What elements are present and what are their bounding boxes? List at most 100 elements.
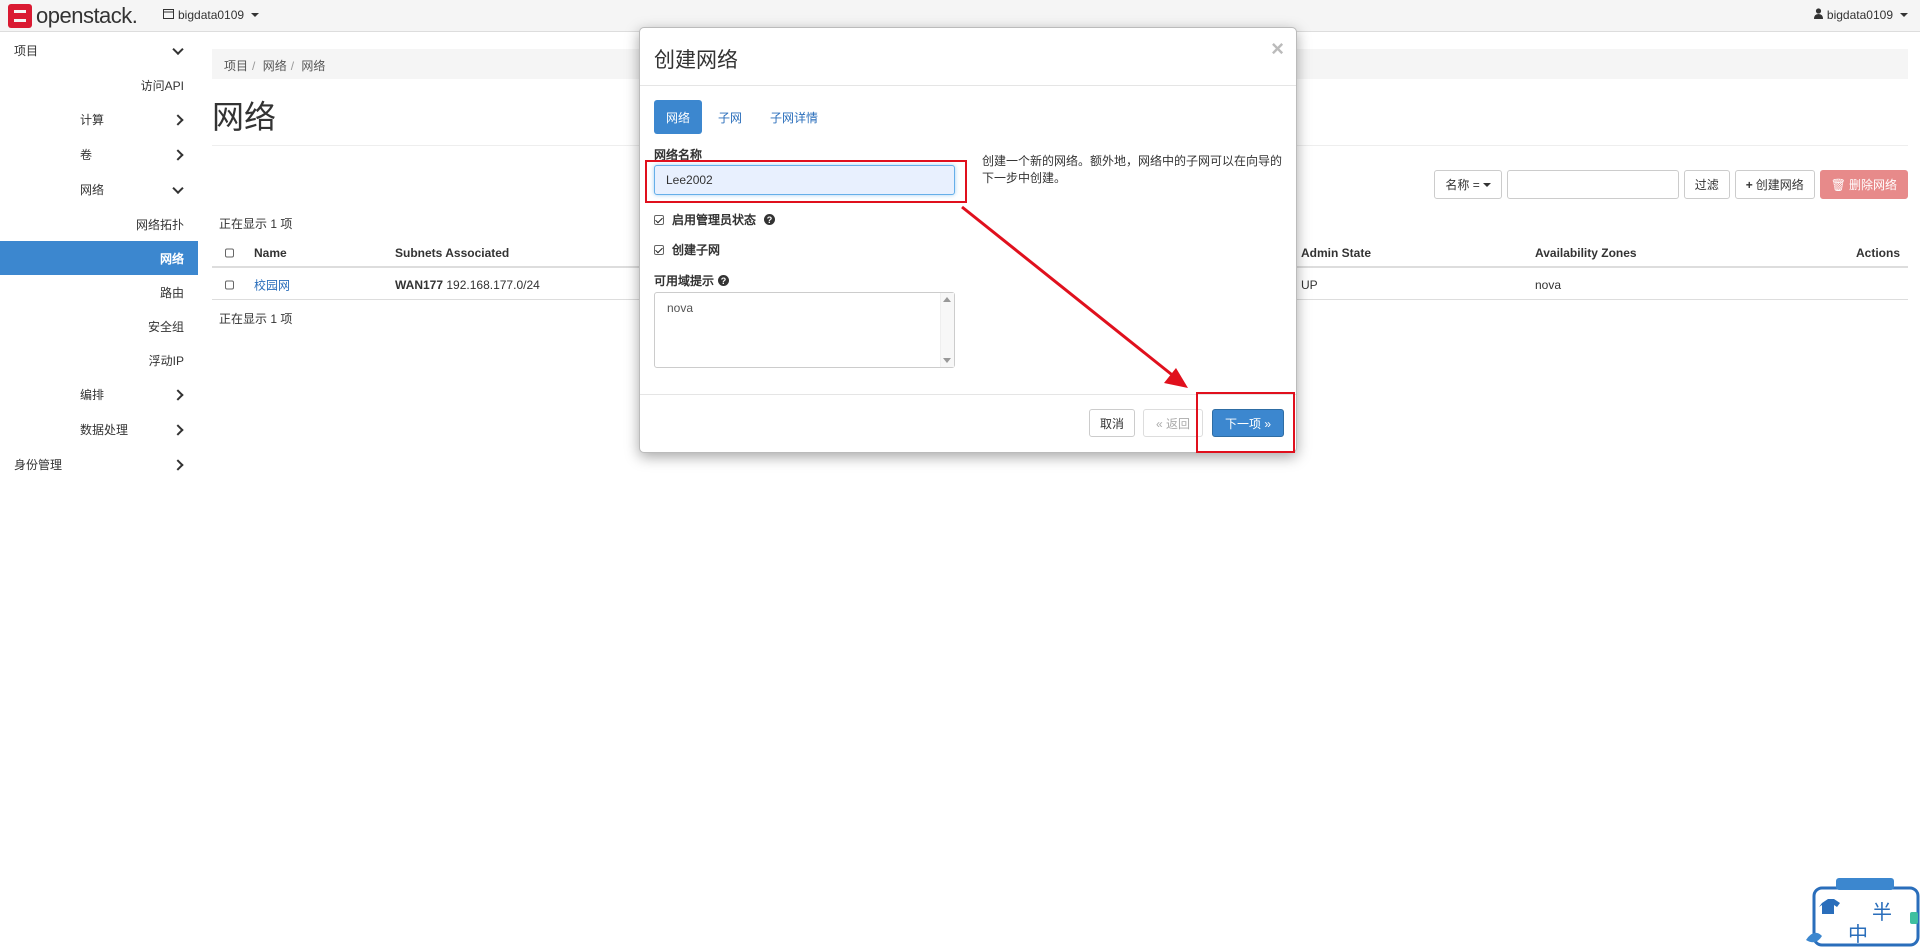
breadcrumb-item[interactable]: 项目 <box>224 59 248 73</box>
sidebar-item-compute[interactable]: 计算 <box>0 102 198 137</box>
scroll-up-icon[interactable] <box>943 297 951 302</box>
sidebar-item-label: 网络拓扑 <box>135 217 184 232</box>
sidebar-item-orchestration[interactable]: 编排 <box>0 377 198 412</box>
select-all-checkbox[interactable] <box>225 248 234 258</box>
sidebar-item-data-processing[interactable]: 数据处理 <box>0 412 198 447</box>
sidebar-item-label: 访问API <box>140 78 184 93</box>
column-header-name[interactable]: Name <box>254 246 287 260</box>
back-button[interactable]: « 返回 <box>1143 409 1203 437</box>
chevron-right-icon <box>172 388 184 401</box>
admin-state-label: 启用管理员状态 <box>672 213 757 227</box>
create-subnet-checkbox[interactable] <box>654 244 664 255</box>
user-name: bigdata0109 <box>1826 8 1893 22</box>
item-count: 正在显示 1 项 <box>219 217 293 231</box>
sidebar-item-label: 身份管理 <box>14 458 63 472</box>
sidebar-item-networks[interactable]: 网络 <box>0 241 198 275</box>
create-network-dialog: 创建网络 × 网络 子网 子网详情 网络名称 Lee2002 启用管理员状态 ?… <box>639 27 1297 453</box>
sidebar-item-network-group[interactable]: 网络 <box>0 172 198 207</box>
sidebar-item-identity[interactable]: 身份管理 <box>0 447 198 482</box>
delete-networks-label: 删除网络 <box>1848 178 1897 192</box>
sidebar-item-label: 浮动IP <box>148 353 184 368</box>
sidebar-item-routers[interactable]: 路由 <box>0 275 198 309</box>
chevron-right-icon <box>172 148 184 161</box>
sidebar-item-api-access[interactable]: 访问API <box>0 68 198 102</box>
sidebar-item-security-groups[interactable]: 安全组 <box>0 309 198 343</box>
sidebar-item-floating-ips[interactable]: 浮动IP <box>0 343 198 377</box>
sidebar-item-project[interactable]: 项目 <box>0 33 198 68</box>
tab-subnet-details[interactable]: 子网详情 <box>758 100 830 134</box>
admin-state-cell: UP <box>1301 277 1318 292</box>
mascot-glyph: 中 <box>1848 924 1868 946</box>
annotation-highlight-next <box>1196 392 1295 453</box>
sidebar-item-label: 网络 <box>80 183 105 197</box>
scrollbar[interactable] <box>940 293 954 367</box>
chevron-right-icon <box>172 423 184 436</box>
dialog-title: 创建网络 <box>654 49 738 72</box>
floating-helper-widget[interactable]: 半 中 <box>1806 876 1920 947</box>
question-circle-icon[interactable]: ? <box>718 275 730 286</box>
delete-networks-button[interactable]: 🗑 删除网络 <box>1819 170 1908 199</box>
chevron-right-icon <box>172 113 184 126</box>
sidebar-item-label: 项目 <box>14 44 39 58</box>
filter-field-select[interactable]: 名称 = <box>1434 170 1502 199</box>
breadcrumb-separator: / <box>290 59 295 73</box>
project-icon <box>163 8 174 22</box>
dialog-help-text: 创建一个新的网络。额外地，网络中的子网可以在向导的下一步中创建。 <box>982 154 1283 185</box>
user-icon <box>1813 8 1823 22</box>
scroll-down-icon[interactable] <box>943 358 951 363</box>
openstack-logo-icon <box>8 4 32 28</box>
subnet-cidr: 192.168.177.0/24 <box>446 277 540 292</box>
caret-down-icon <box>1900 13 1908 17</box>
plus-icon: + <box>1745 177 1753 192</box>
wizard-tabs: 网络 子网 子网详情 <box>654 100 830 134</box>
dialog-header: 创建网络 <box>640 28 1296 86</box>
admin-state-checkbox[interactable] <box>654 214 664 225</box>
create-subnet-label: 创建子网 <box>672 243 721 257</box>
availability-zone-select[interactable]: nova <box>654 292 955 368</box>
create-network-label: 创建网络 <box>1755 178 1804 192</box>
trash-icon: 🗑 <box>1830 177 1846 192</box>
availability-zone-label-row: 可用域提示 ? <box>654 272 730 289</box>
annotation-highlight-name <box>645 160 967 203</box>
sidebar-item-label: 网络 <box>159 251 184 266</box>
availability-zone-label: 可用域提示 <box>654 274 715 288</box>
breadcrumb-item[interactable]: 网络 <box>263 59 287 73</box>
sidebar-item-label: 路由 <box>159 285 184 300</box>
sidebar-item-label: 数据处理 <box>80 423 129 437</box>
network-name-link[interactable]: 校园网 <box>254 276 290 293</box>
column-header-availability-zones[interactable]: Availability Zones <box>1535 246 1637 260</box>
column-header-actions: Actions <box>1855 246 1900 260</box>
create-subnet-row: 创建子网 <box>654 241 720 258</box>
brand-text: openstack. <box>36 3 138 28</box>
sidebar-item-network-topology[interactable]: 网络拓扑 <box>0 207 198 241</box>
column-header-admin-state[interactable]: Admin State <box>1301 246 1371 260</box>
tab-subnet[interactable]: 子网 <box>706 100 754 134</box>
filter-button[interactable]: 过滤 <box>1683 170 1730 199</box>
subnet-cell: WAN177 192.168.177.0/24 <box>395 278 540 292</box>
filter-input[interactable] <box>1506 170 1679 199</box>
sidebar-item-label: 安全组 <box>147 319 184 334</box>
project-name: bigdata0109 <box>178 8 245 22</box>
item-count: 正在显示 1 项 <box>219 312 293 326</box>
chevron-down-icon <box>172 43 184 55</box>
availability-zone-cell: nova <box>1535 277 1562 292</box>
openstack-logo[interactable]: openstack. <box>8 3 138 28</box>
admin-state-row: 启用管理员状态 ? <box>654 211 776 228</box>
chevron-right-icon <box>172 458 184 471</box>
page-title: 网络 <box>212 99 277 135</box>
cancel-button[interactable]: 取消 <box>1089 409 1135 437</box>
user-menu[interactable]: bigdata0109 <box>1813 8 1908 22</box>
tab-network[interactable]: 网络 <box>654 100 703 134</box>
caret-down-icon <box>251 13 260 17</box>
column-header-subnets[interactable]: Subnets Associated <box>395 246 509 260</box>
caret-down-icon <box>1482 182 1491 187</box>
create-network-button[interactable]: + 创建网络 <box>1734 170 1815 199</box>
project-switcher[interactable]: bigdata0109 <box>163 8 260 22</box>
row-checkbox[interactable] <box>225 280 234 289</box>
question-circle-icon[interactable]: ? <box>764 214 776 225</box>
filter-field-label: 名称 = <box>1445 178 1480 192</box>
close-icon[interactable]: × <box>1271 36 1284 62</box>
mascot-glyph: 半 <box>1872 902 1892 924</box>
availability-zone-option[interactable]: nova <box>667 301 693 315</box>
sidebar-item-volumes[interactable]: 卷 <box>0 137 198 172</box>
